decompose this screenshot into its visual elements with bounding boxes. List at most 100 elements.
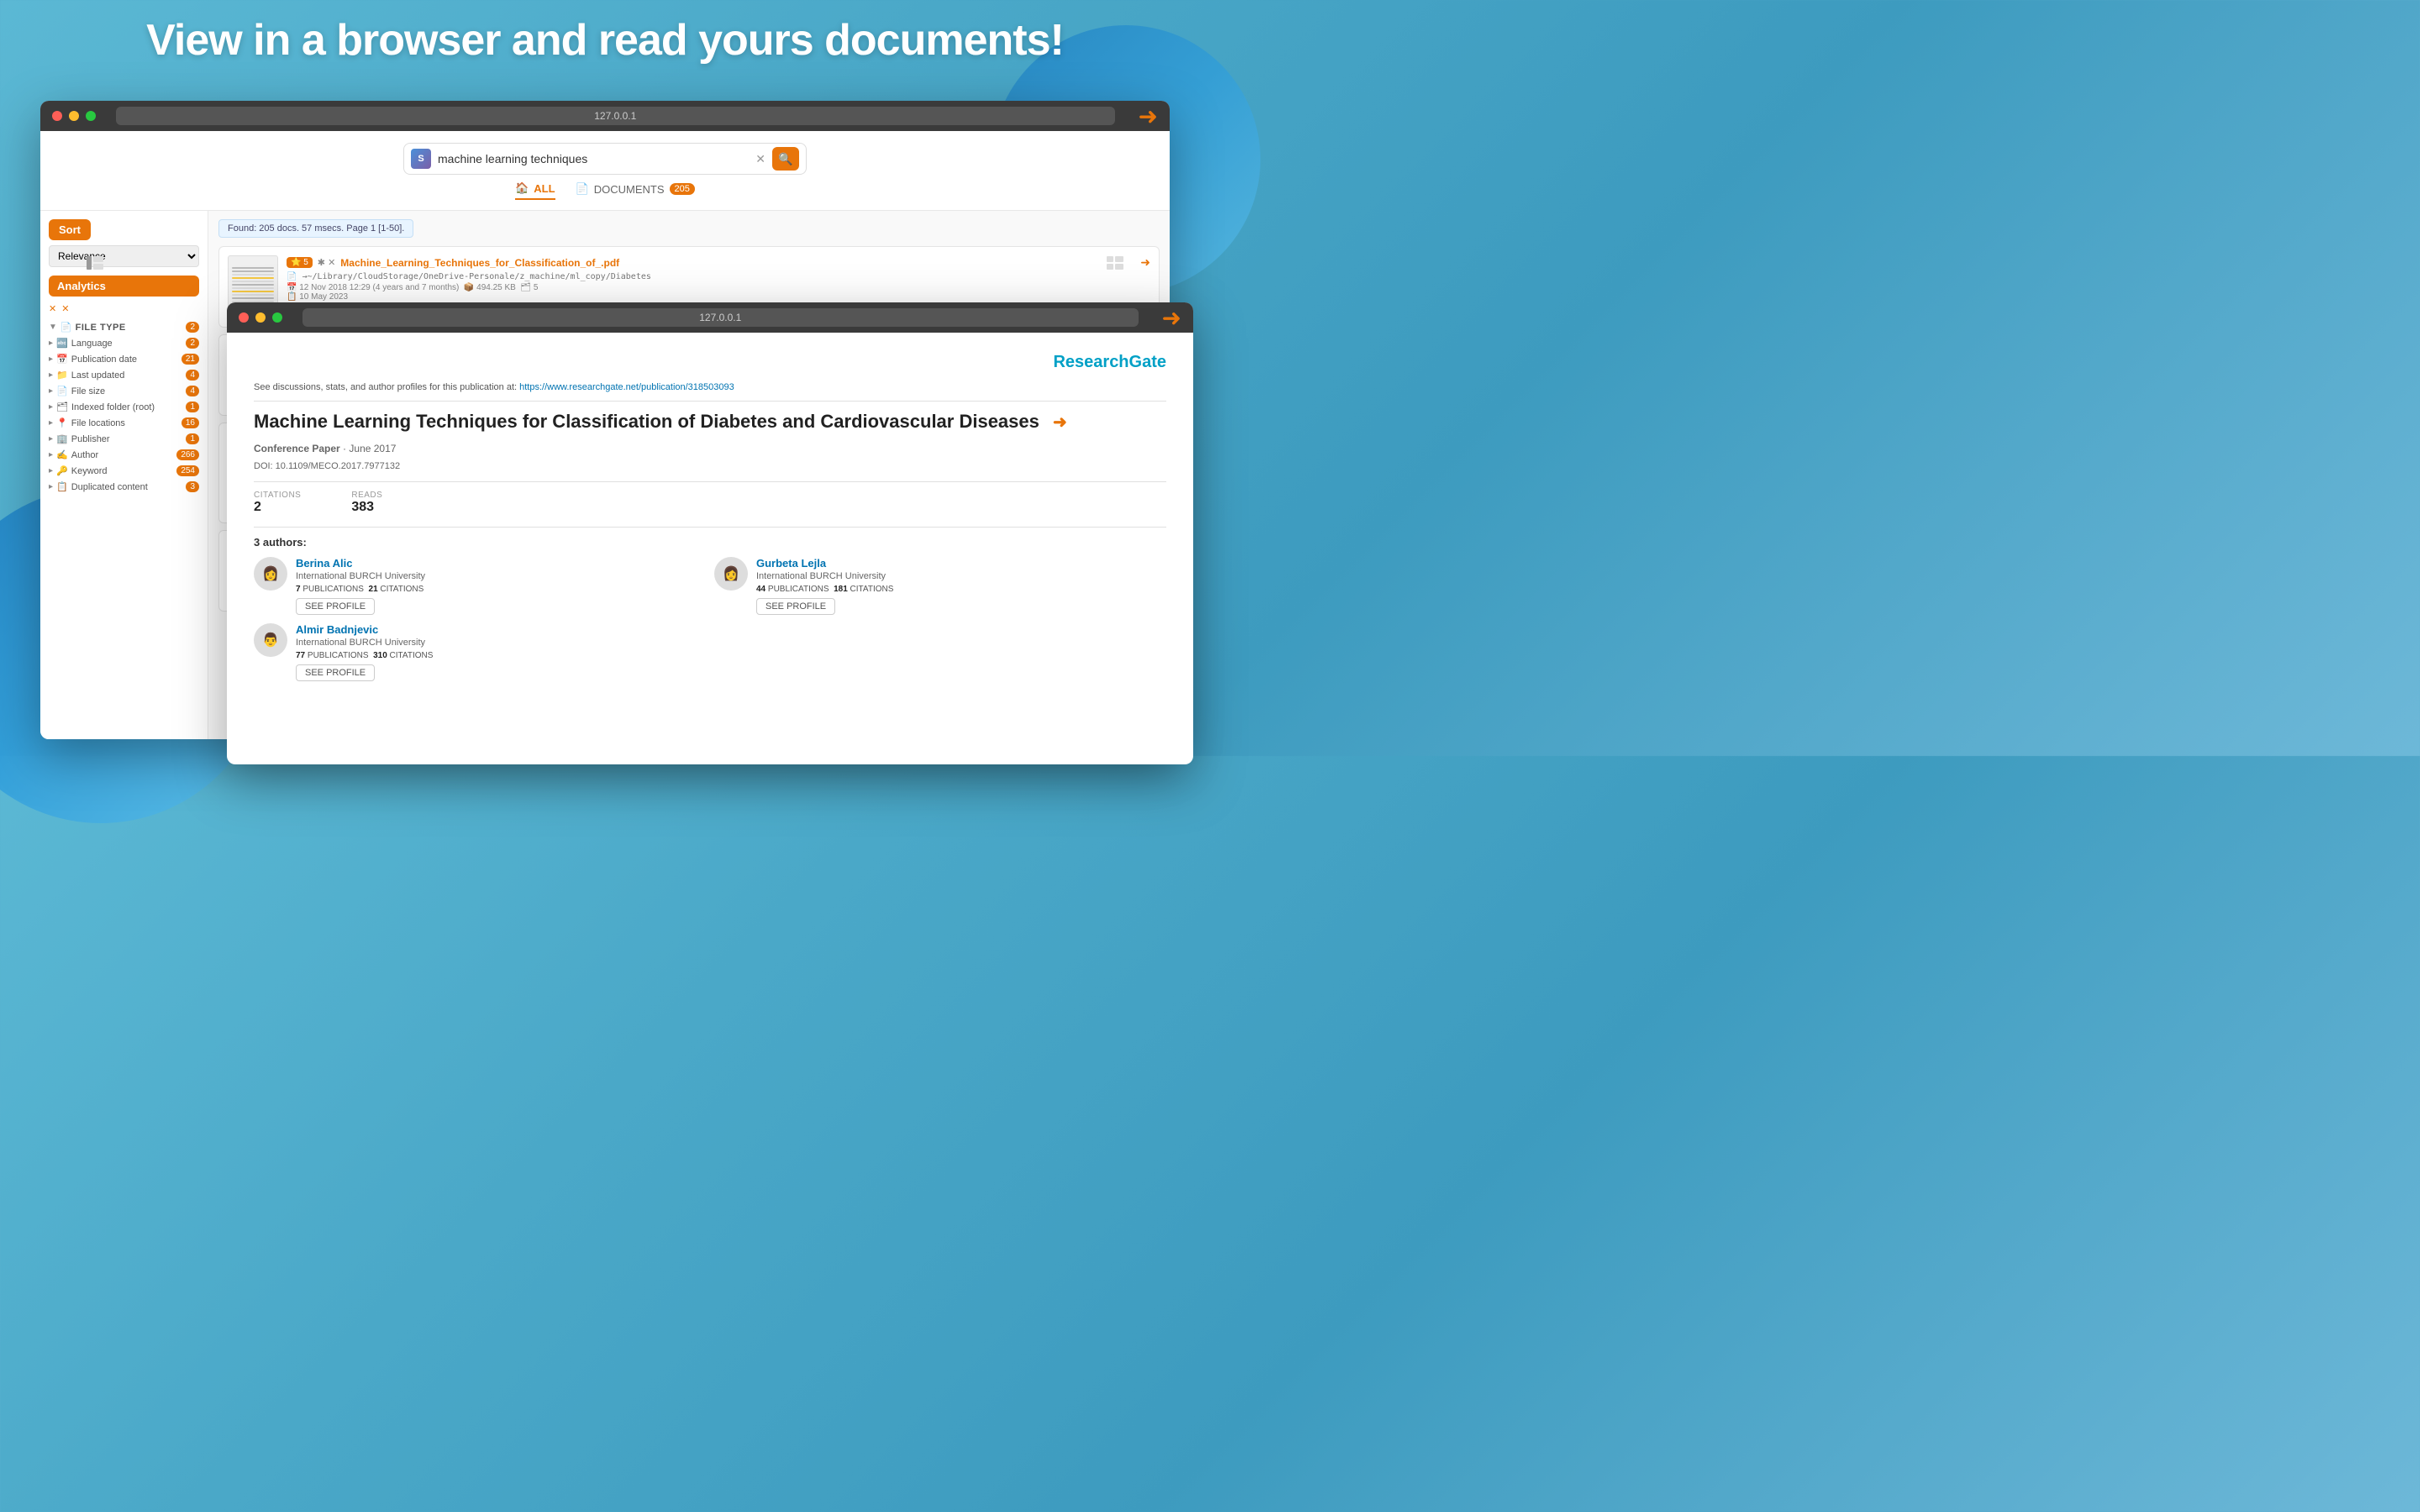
filter-publisher[interactable]: ▸ 🏢 Publisher 1 [49,431,199,447]
filter-duplicated[interactable]: ▸ 📋 Duplicated content 3 [49,479,199,495]
filter-author[interactable]: ▸ ✍ Author 266 [49,447,199,463]
url-text-front: 127.0.0.1 [699,312,741,323]
filter-lang-label: Language [71,339,113,349]
analytics-header: Analytics [49,276,199,297]
tab-documents[interactable]: 📄 DOCUMENTS 205 [576,181,695,200]
sort-button[interactable]: Sort [49,219,91,240]
minimize-dot[interactable] [69,111,79,121]
chevron-right-icon-keyword: ▸ [49,466,53,475]
rg-author-name-1[interactable]: Berina Alic [296,557,706,570]
filter-clear-row: ✕ ✕ [49,303,199,314]
results-info: Found: 205 docs. 57 msecs. Page 1 [1-50]… [218,219,413,238]
filter-language[interactable]: ▸ 🔤 Language 2 [49,335,199,351]
search-bar-container: S ✕ 🔍 [403,143,807,175]
see-profile-button-2[interactable]: SEE PROFILE [756,598,835,615]
chevron-right-icon-filesize: ▸ [49,386,53,396]
rg-author-name-2[interactable]: Gurbeta Lejla [756,557,1166,570]
result-meta-1: 📅 12 Nov 2018 12:29 (4 years and 7 month… [287,283,1150,302]
filter-filesize-icon: 📄 [56,386,68,396]
file-type-badge: 2 [186,322,199,333]
close-dot-front[interactable] [239,312,249,323]
filter-lang-icon: 🔤 [56,338,68,349]
search-input[interactable] [438,152,755,165]
filter-filetype-icon: 📄 [60,322,72,333]
chevron-right-icon-lang: ▸ [49,339,53,348]
filter-filesize-badge: 4 [186,386,199,396]
filter-keyword[interactable]: ▸ 🔑 Keyword 254 [49,463,199,479]
documents-badge: 205 [670,183,695,195]
rg-author-info-3: Almir Badnjevic International BURCH Univ… [296,623,706,681]
filter-indexed-icon: 🗂 [56,402,68,412]
filter-pubdate-icon: 📅 [56,354,68,365]
rg-avatar-2: 👩 [714,557,748,591]
rg-author-stats-1: 7 PUBLICATIONS 21 CITATIONS [296,585,706,594]
rg-meta-link: See discussions, stats, and author profi… [254,382,1166,392]
filter-indexedfolder[interactable]: ▸ 🗂 Indexed folder (root) 1 [49,399,199,415]
rg-author-card-2: 👩 Gurbeta Lejla International BURCH Univ… [714,557,1166,615]
home-icon: 🏠 [515,181,529,195]
close-dot[interactable] [52,111,62,121]
maximize-dot-front[interactable] [272,312,282,323]
maximize-dot[interactable] [86,111,96,121]
rg-divider-authors [254,527,1166,528]
browser-chrome-front: 127.0.0.1 ➜ [227,302,1193,333]
filter-pubdate-badge: 21 [182,354,199,365]
result-path-1: 📄 →~/Library/CloudStorage/OneDrive-Perso… [287,272,1150,281]
url-bar-front[interactable]: 127.0.0.1 [302,308,1139,327]
filter-keyword-icon: 🔑 [56,465,68,476]
filter-publisher-label: Publisher [71,434,110,444]
rg-author-card-1: 👩 Berina Alic International BURCH Univer… [254,557,706,615]
rg-author-info-2: Gurbeta Lejla International BURCH Univer… [756,557,1166,615]
filter-x1[interactable]: ✕ [49,303,56,314]
filter-file-type-expanded[interactable]: ▼ 📄 File type 2 [49,319,199,335]
headline: View in a browser and read yours documen… [0,15,1210,66]
result-title-row-1: ⭐ 5 ✱ ✕ Machine_Learning_Techniques_for_… [287,255,1150,270]
rg-brand: ResearchGate [254,353,1166,372]
see-profile-button-3[interactable]: SEE PROFILE [296,664,375,681]
sort-select[interactable]: Relevance [49,245,199,267]
file-type-label: File type [76,323,126,333]
arrow-url-front: ➜ [1162,304,1181,332]
rg-author-stats-3: 77 PUBLICATIONS 310 CITATIONS [296,651,706,660]
filter-dup-icon: 📋 [56,481,68,492]
see-profile-button-1[interactable]: SEE PROFILE [296,598,375,615]
filter-indexed-label: Indexed folder (root) [71,402,155,412]
rg-stat-reads: READS 383 [351,491,382,515]
filter-pubdate[interactable]: ▸ 📅 Publication date 21 [49,351,199,367]
document-icon: 📄 [576,182,589,196]
rg-stats: CITATIONS 2 READS 383 [254,491,1166,515]
filter-dup-badge: 3 [186,481,199,492]
rg-avatar-3: 👨 [254,623,287,657]
sidebar-toggle-icon[interactable] [87,256,103,274]
filter-fileloc-icon: 📍 [56,417,68,428]
filter-publisher-icon: 🏢 [56,433,68,444]
browser-chrome-back: 127.0.0.1 ➜ [40,101,1170,131]
tab-bar: 🏠 ALL 📄 DOCUMENTS 205 [515,175,695,203]
search-button[interactable]: 🔍 [772,147,799,171]
rg-author-uni-3: International BURCH University [296,638,706,648]
action-icons-1: ✱ ✕ [318,257,336,268]
rg-author-uni-1: International BURCH University [296,571,706,581]
filter-filelocations[interactable]: ▸ 📍 File locations 16 [49,415,199,431]
search-clear-icon[interactable]: ✕ [755,152,765,166]
rg-authors-grid: 👩 Berina Alic International BURCH Univer… [254,557,1166,681]
star-badge-1: ⭐ 5 [287,257,313,268]
rg-divider-stats [254,481,1166,482]
filter-keyword-label: Keyword [71,466,108,476]
rg-author-uni-2: International BURCH University [756,571,1166,581]
chevron-right-icon-indexed: ▸ [49,402,53,412]
result-title-1[interactable]: Machine_Learning_Techniques_for_Classifi… [340,257,619,269]
filter-filesize[interactable]: ▸ 📄 File size 4 [49,383,199,399]
minimize-dot-front[interactable] [255,312,266,323]
rg-meta-url[interactable]: https://www.researchgate.net/publication… [519,382,734,392]
rg-author-name-3[interactable]: Almir Badnjevic [296,623,706,636]
tab-all-label: ALL [534,182,555,195]
url-bar-back[interactable]: 127.0.0.1 [116,107,1115,125]
filter-x2[interactable]: ✕ [61,303,69,314]
filter-lastupdated[interactable]: ▸ 📁 Last updated 4 [49,367,199,383]
chevron-right-icon-publisher: ▸ [49,434,53,444]
filter-author-badge: 266 [176,449,199,460]
rg-doi: DOI: 10.1109/MECO.2017.7977132 [254,461,1166,471]
rg-stat-citations: CITATIONS 2 [254,491,301,515]
tab-all[interactable]: 🏠 ALL [515,181,555,200]
